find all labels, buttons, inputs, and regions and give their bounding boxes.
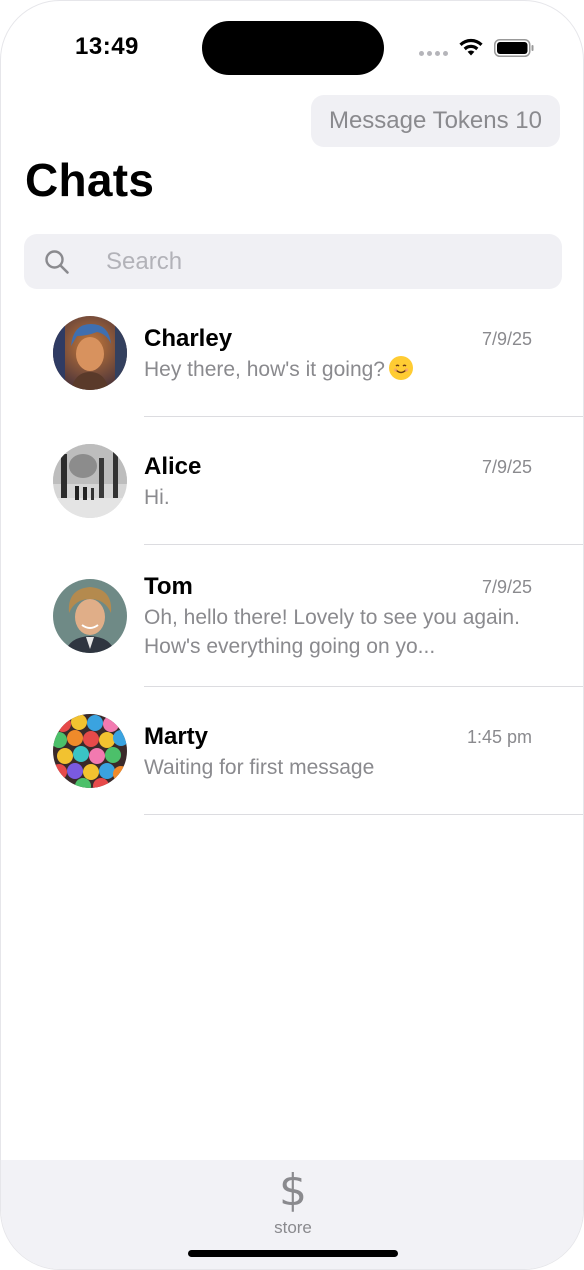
alice-avatar-image bbox=[53, 444, 127, 518]
chat-row-charley[interactable]: Charley 7/9/25 Hey there, how's it going… bbox=[1, 301, 583, 417]
chat-row-tom[interactable]: Tom 7/9/25 Oh, hello there! Lovely to se… bbox=[1, 557, 583, 687]
row-divider bbox=[144, 416, 583, 417]
cellular-signal-icon bbox=[419, 51, 449, 57]
chat-preview: Hi. bbox=[144, 486, 170, 509]
tab-store-label: store bbox=[274, 1218, 312, 1237]
chat-date: 1:45 pm bbox=[466, 727, 532, 747]
avatar bbox=[53, 579, 127, 653]
status-time: 13:49 bbox=[75, 33, 139, 60]
message-tokens-button[interactable]: Message Tokens 10 bbox=[310, 95, 560, 147]
battery-icon bbox=[494, 39, 534, 57]
dollar-icon: $ bbox=[279, 1165, 307, 1216]
page-title: Chats bbox=[25, 154, 155, 206]
chat-preview: Oh, hello there! Lovely to see you again… bbox=[144, 606, 520, 658]
charley-avatar-image bbox=[53, 316, 127, 390]
chat-name: Tom bbox=[144, 573, 193, 600]
chat-name: Alice bbox=[144, 453, 202, 480]
tom-avatar-image bbox=[53, 579, 127, 653]
chat-row-marty[interactable]: Marty 1:45 pm Waiting for first message bbox=[1, 699, 583, 815]
dynamic-island bbox=[202, 21, 384, 75]
chat-name: Marty bbox=[144, 723, 209, 750]
chat-date: 7/9/25 bbox=[481, 577, 532, 597]
search-bar[interactable] bbox=[24, 234, 562, 289]
chat-preview: Hey there, how's it going? bbox=[144, 355, 534, 384]
chat-preview-text: Hey there, how's it going? bbox=[144, 358, 385, 381]
tab-store[interactable]: $ store bbox=[253, 1160, 333, 1240]
avatar bbox=[53, 714, 127, 788]
chat-date: 7/9/25 bbox=[481, 329, 532, 349]
phone-screen: 13:49 Message Tokens 10 Chats Search Cha… bbox=[0, 0, 584, 1270]
status-bar: 13:49 bbox=[1, 1, 583, 96]
chat-preview: Waiting for first message bbox=[144, 756, 375, 779]
row-divider bbox=[144, 544, 583, 545]
avatar bbox=[53, 316, 127, 390]
marty-avatar-image bbox=[53, 714, 127, 788]
chat-name: Charley bbox=[144, 325, 233, 352]
avatar bbox=[53, 444, 127, 518]
row-divider bbox=[144, 814, 583, 815]
chat-date: 7/9/25 bbox=[481, 457, 532, 477]
row-divider bbox=[144, 686, 583, 687]
smiling-face-emoji-icon bbox=[388, 356, 413, 380]
search-input[interactable] bbox=[106, 234, 536, 289]
wifi-icon bbox=[459, 38, 483, 56]
chat-row-alice[interactable]: Alice 7/9/25 Hi. bbox=[1, 429, 583, 545]
search-icon bbox=[45, 250, 69, 274]
home-indicator[interactable] bbox=[188, 1250, 398, 1257]
